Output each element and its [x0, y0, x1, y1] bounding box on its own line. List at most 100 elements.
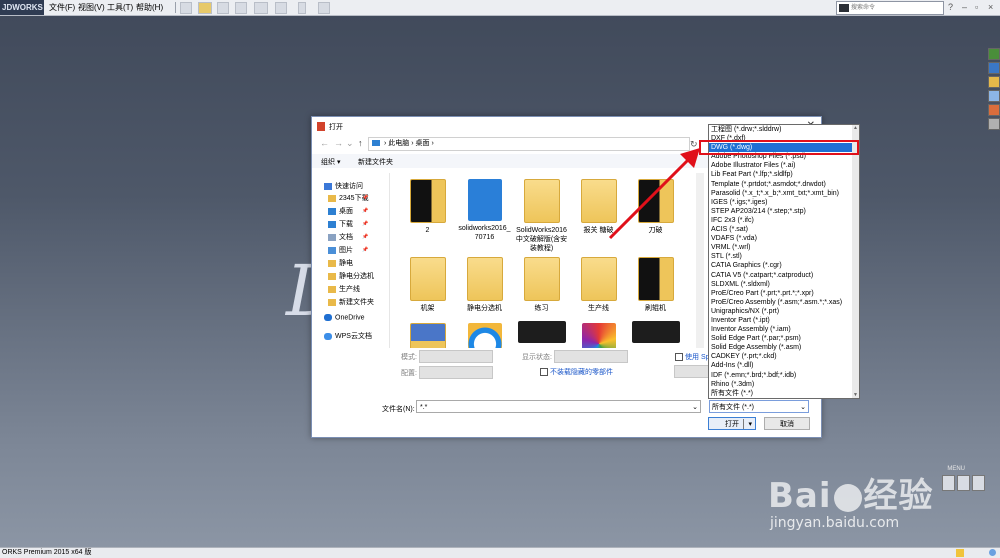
- file-item[interactable]: 2: [400, 179, 455, 259]
- file-type-option[interactable]: Template (*.prtdot;*.asmdot;*.drwdot): [709, 180, 859, 189]
- file-type-option[interactable]: SLDXML (*.sldxml): [709, 280, 859, 289]
- chevron-down-icon[interactable]: ⌄: [692, 401, 698, 414]
- file-type-option[interactable]: Unigraphics/NX (*.prt): [709, 307, 859, 316]
- file-type-dropdown-list[interactable]: 工程图 (*.drw;*.slddrw) DXF (*.dxf) DWG (*.dw…: [708, 124, 860, 399]
- file-type-option[interactable]: ACIS (*.sat): [709, 225, 859, 234]
- ime-settings-icon[interactable]: [972, 475, 985, 491]
- file-type-option[interactable]: Solid Edge Part (*.par;*.psm): [709, 334, 859, 343]
- file-type-option[interactable]: STEP AP203/214 (*.step;*.stp): [709, 207, 859, 216]
- nav-wps-cloud[interactable]: WPS云文档: [324, 331, 372, 343]
- file-item[interactable]: solidworks2016_70716: [457, 179, 512, 259]
- explorer-icon[interactable]: [988, 76, 1000, 88]
- file-item[interactable]: [400, 323, 455, 348]
- file-type-option[interactable]: VDAFS (*.vda): [709, 234, 859, 243]
- up-arrow-icon[interactable]: ↑: [358, 138, 363, 148]
- file-type-option[interactable]: Inventor Part (*.ipt): [709, 316, 859, 325]
- menu-view[interactable]: 视图(V): [78, 2, 105, 13]
- view-palette-icon[interactable]: [988, 90, 1000, 102]
- display-state-select[interactable]: [554, 350, 628, 363]
- folder-icon: [328, 272, 336, 280]
- file-item[interactable]: [571, 323, 626, 348]
- nav-static-separator[interactable]: 静电分选机: [328, 271, 374, 283]
- organize-button[interactable]: 组织 ▾: [321, 157, 340, 167]
- file-item[interactable]: SolidWorks2016中文破解版(含安装教程): [514, 179, 569, 259]
- cancel-button[interactable]: 取消: [764, 417, 810, 430]
- save-icon[interactable]: [217, 2, 229, 14]
- nav-onedrive[interactable]: OneDrive: [324, 314, 365, 326]
- menu-tools[interactable]: 工具(T): [107, 2, 133, 13]
- nav-downloads[interactable]: 下载: [328, 219, 353, 231]
- question-icon[interactable]: ?: [948, 2, 953, 12]
- print-icon[interactable]: [235, 2, 247, 14]
- file-type-option[interactable]: STL (*.stl): [709, 252, 859, 261]
- nav-static[interactable]: 静电: [328, 258, 353, 270]
- filename-input[interactable]: *.* ⌄: [416, 400, 701, 413]
- file-type-option[interactable]: Adobe Illustrator Files (*.ai): [709, 161, 859, 170]
- file-type-option[interactable]: Rhino (*.3dm): [709, 380, 859, 389]
- file-type-option[interactable]: ProE/Creo Part (*.prt;*.prt.*;*.xpr): [709, 289, 859, 298]
- nav-new-folder[interactable]: 新建文件夹: [328, 297, 374, 309]
- file-type-option[interactable]: Add-Ins (*.dll): [709, 361, 859, 370]
- resources-icon[interactable]: [988, 48, 1000, 60]
- back-arrow-icon[interactable]: ←: [320, 138, 329, 148]
- file-type-option[interactable]: CATIA Graphics (*.cgr): [709, 261, 859, 270]
- nav-documents[interactable]: 文档: [328, 232, 353, 244]
- file-type-select[interactable]: 所有文件 (*.*) ⌄: [709, 400, 809, 413]
- file-type-option[interactable]: CATIA V5 (*.catpart;*.catproduct): [709, 271, 859, 280]
- nav-pictures[interactable]: 图片: [328, 245, 353, 257]
- breadcrumb[interactable]: › 此电脑 › 桌面 ›: [368, 137, 690, 151]
- library-icon[interactable]: [988, 62, 1000, 74]
- file-type-option[interactable]: IDF (*.emn;*.brd;*.bdf;*.idb): [709, 371, 859, 380]
- file-type-option[interactable]: Parasolid (*.x_t;*.x_b;*.xmt_txt;*.xmt_b…: [709, 189, 859, 198]
- scroll-up-icon[interactable]: ▲: [852, 125, 859, 131]
- forward-arrow-icon[interactable]: →: [334, 138, 343, 148]
- file-type-option[interactable]: 所有文件 (*.*): [709, 389, 859, 398]
- file-type-option[interactable]: Inventor Assembly (*.iam): [709, 325, 859, 334]
- config-select[interactable]: [419, 366, 493, 379]
- file-type-option[interactable]: 工程图 (*.drw;*.slddrw): [709, 125, 859, 134]
- help-icon[interactable]: [989, 549, 996, 556]
- open-options-arrow-icon[interactable]: ▾: [748, 418, 752, 431]
- appearance-icon[interactable]: [988, 104, 1000, 116]
- dropdown-chevron-icon[interactable]: ⌄: [346, 138, 354, 149]
- nav-quick-access[interactable]: 快速访问: [324, 181, 363, 193]
- menu-help[interactable]: 帮助(H): [136, 2, 163, 13]
- new-folder-button[interactable]: 新建文件夹: [358, 157, 393, 167]
- file-item[interactable]: [457, 323, 512, 348]
- hide-components-checkbox[interactable]: 不装载隐藏的零部件: [540, 367, 613, 377]
- file-item[interactable]: [514, 321, 569, 348]
- file-type-option[interactable]: CADKEY (*.prt;*.ckd): [709, 352, 859, 361]
- file-type-option[interactable]: Solid Edge Assembly (*.asm): [709, 343, 859, 352]
- nav-desktop[interactable]: 桌面: [328, 206, 353, 218]
- mode-select[interactable]: [419, 350, 493, 363]
- command-search[interactable]: 搜索命令: [836, 1, 944, 15]
- scroll-down-icon[interactable]: ▼: [852, 392, 859, 398]
- paw-icon: [833, 483, 862, 512]
- menu-file[interactable]: 文件(F): [49, 2, 75, 13]
- ime-mode-icon[interactable]: [957, 475, 970, 491]
- nav-production-line[interactable]: 生产线: [328, 284, 360, 296]
- file-type-option[interactable]: Lib Feat Part (*.lfp;*.sldlfp): [709, 170, 859, 179]
- custom-props-icon[interactable]: [988, 118, 1000, 130]
- select-icon[interactable]: [275, 2, 287, 14]
- open-button[interactable]: 打开 ▾: [708, 417, 756, 430]
- open-file-icon[interactable]: [198, 2, 212, 14]
- file-type-option[interactable]: IGES (*.igs;*.iges): [709, 198, 859, 207]
- warning-icon[interactable]: [956, 549, 964, 557]
- refresh-icon[interactable]: ↻: [690, 139, 698, 150]
- undo-icon[interactable]: [254, 2, 268, 14]
- options-icon[interactable]: [318, 2, 330, 14]
- close-icon[interactable]: ×: [988, 2, 993, 12]
- minimize-icon[interactable]: –: [962, 2, 967, 12]
- file-item[interactable]: [628, 321, 683, 348]
- breadcrumb-desktop[interactable]: 桌面: [416, 140, 430, 147]
- references-button[interactable]: [674, 365, 710, 378]
- restore-icon[interactable]: ▫: [975, 2, 978, 12]
- breadcrumb-this-pc[interactable]: 此电脑: [388, 140, 409, 147]
- file-type-option[interactable]: ProE/Creo Assembly (*.asm;*.asm.*;*.xas): [709, 298, 859, 307]
- dropdown-scrollbar[interactable]: ▲ ▼: [852, 125, 859, 398]
- new-file-icon[interactable]: [180, 2, 192, 14]
- file-type-option[interactable]: IFC 2x3 (*.ifc): [709, 216, 859, 225]
- rebuild-icon[interactable]: [298, 2, 306, 14]
- file-type-option[interactable]: VRML (*.wrl): [709, 243, 859, 252]
